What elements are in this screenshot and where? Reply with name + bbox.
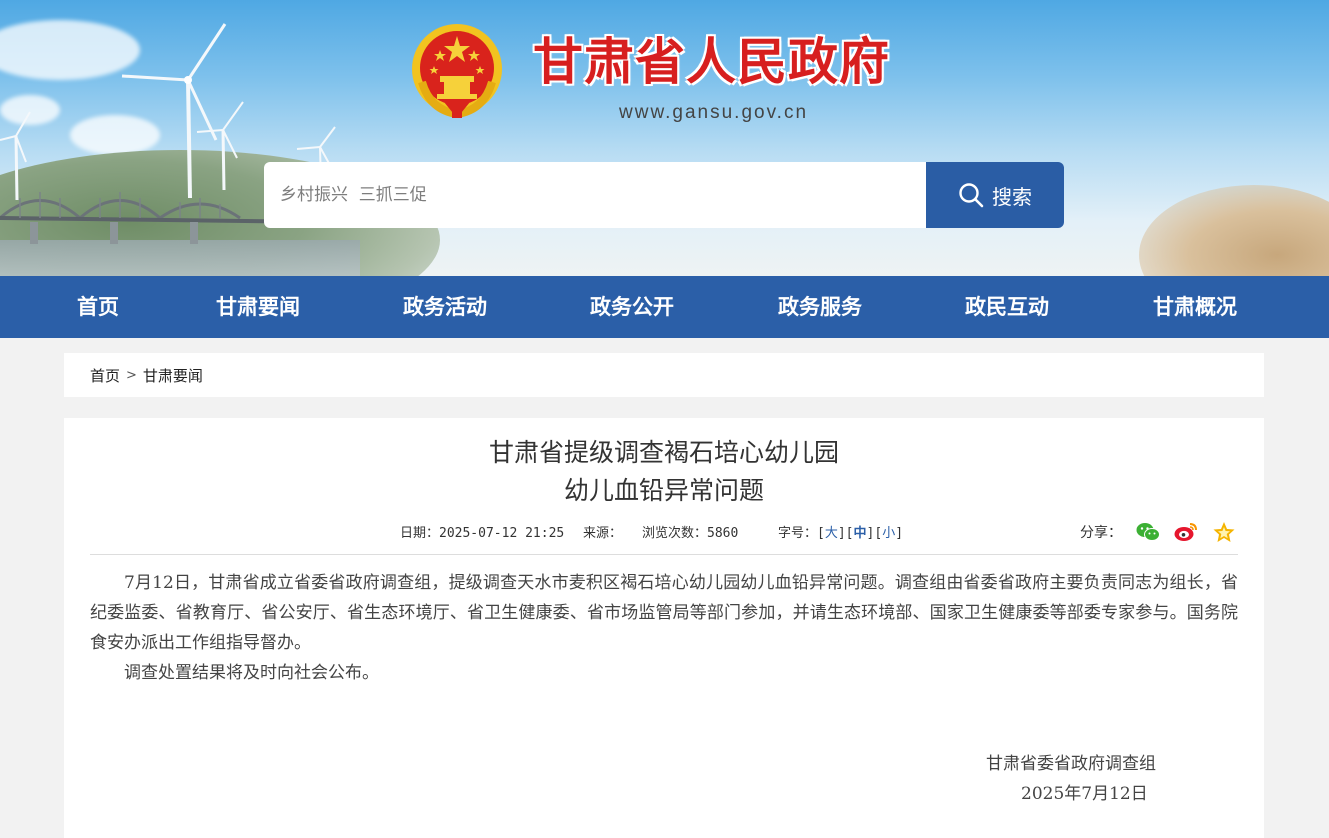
- breadcrumb: 首页 > 甘肃要闻: [64, 353, 1264, 397]
- nav-item-gov-activity[interactable]: 政务活动: [403, 276, 487, 338]
- nav-item-gansu-news[interactable]: 甘肃要闻: [216, 276, 300, 338]
- wind-turbine-icon: [196, 101, 244, 190]
- nav-item-interaction[interactable]: 政民互动: [965, 276, 1049, 338]
- article-source: 来源：: [583, 526, 623, 541]
- national-emblem: [412, 24, 502, 119]
- article-title: 甘肃省提级调查褐石培心幼儿园 幼儿血铅异常问题: [64, 434, 1264, 510]
- cloud-decoration: [0, 20, 140, 80]
- article-title-line1: 甘肃省提级调查褐石培心幼儿园: [488, 438, 839, 467]
- favorite-star-icon[interactable]: [1212, 521, 1236, 543]
- hills-decoration: [1139, 185, 1329, 276]
- font-size-label: 字号：: [778, 526, 818, 541]
- wechat-icon[interactable]: [1136, 522, 1160, 542]
- share-label: 分享：: [1080, 525, 1122, 541]
- article-date: 日期：2025-07-12 21:25: [400, 526, 565, 541]
- site-url[interactable]: www.gansu.gov.cn: [619, 102, 808, 124]
- breadcrumb-current[interactable]: 甘肃要闻: [143, 365, 203, 386]
- article-body: 7月12日，甘肃省成立省委省政府调查组，提级调查天水市麦积区褐石培心幼儿园幼儿血…: [90, 568, 1238, 688]
- article-title-line2: 幼儿血铅异常问题: [563, 476, 764, 505]
- article-views: 浏览次数：5860: [642, 526, 739, 541]
- weibo-icon[interactable]: [1174, 522, 1198, 542]
- signature-date: 2025年7月12日: [1021, 784, 1148, 804]
- search-button[interactable]: 搜索: [926, 162, 1064, 228]
- nav-item-gov-open[interactable]: 政务公开: [590, 276, 674, 338]
- share-bar: 分享：: [1080, 521, 1236, 543]
- article-paragraph: 调查处置结果将及时向社会公布。: [124, 663, 379, 683]
- main-nav: 首页 甘肃要闻 政务活动 政务公开 政务服务 政民互动 甘肃概况: [0, 276, 1329, 338]
- article-divider: [90, 554, 1238, 555]
- search-input[interactable]: [280, 185, 926, 205]
- nav-item-home[interactable]: 首页: [77, 276, 119, 338]
- article-paragraph: 7月12日，甘肃省成立省委省政府调查组，提级调查天水市麦积区褐石培心幼儿园幼儿血…: [90, 573, 1238, 653]
- breadcrumb-separator: >: [126, 367, 137, 383]
- nav-item-gov-service[interactable]: 政务服务: [778, 276, 862, 338]
- search-bar: [264, 162, 926, 228]
- search-button-label: 搜索: [992, 184, 1032, 209]
- font-size-large[interactable]: 大: [825, 526, 838, 541]
- article-panel: 甘肃省提级调查褐石培心幼儿园 幼儿血铅异常问题 日期：2025-07-12 21…: [64, 418, 1264, 838]
- signature-organization: 甘肃省委省政府调查组: [986, 754, 1156, 774]
- site-title[interactable]: 甘肃省人民政府: [533, 30, 890, 94]
- font-size-small[interactable]: 小: [882, 526, 895, 541]
- font-size-control: 字号：[大][中][小]: [778, 526, 904, 541]
- header-banner: 甘肃省人民政府 www.gansu.gov.cn: [0, 0, 1329, 276]
- nav-item-gansu-overview[interactable]: 甘肃概况: [1153, 276, 1237, 338]
- breadcrumb-home[interactable]: 首页: [90, 365, 120, 386]
- font-size-medium[interactable]: 中: [854, 526, 867, 541]
- search-icon: [959, 183, 984, 208]
